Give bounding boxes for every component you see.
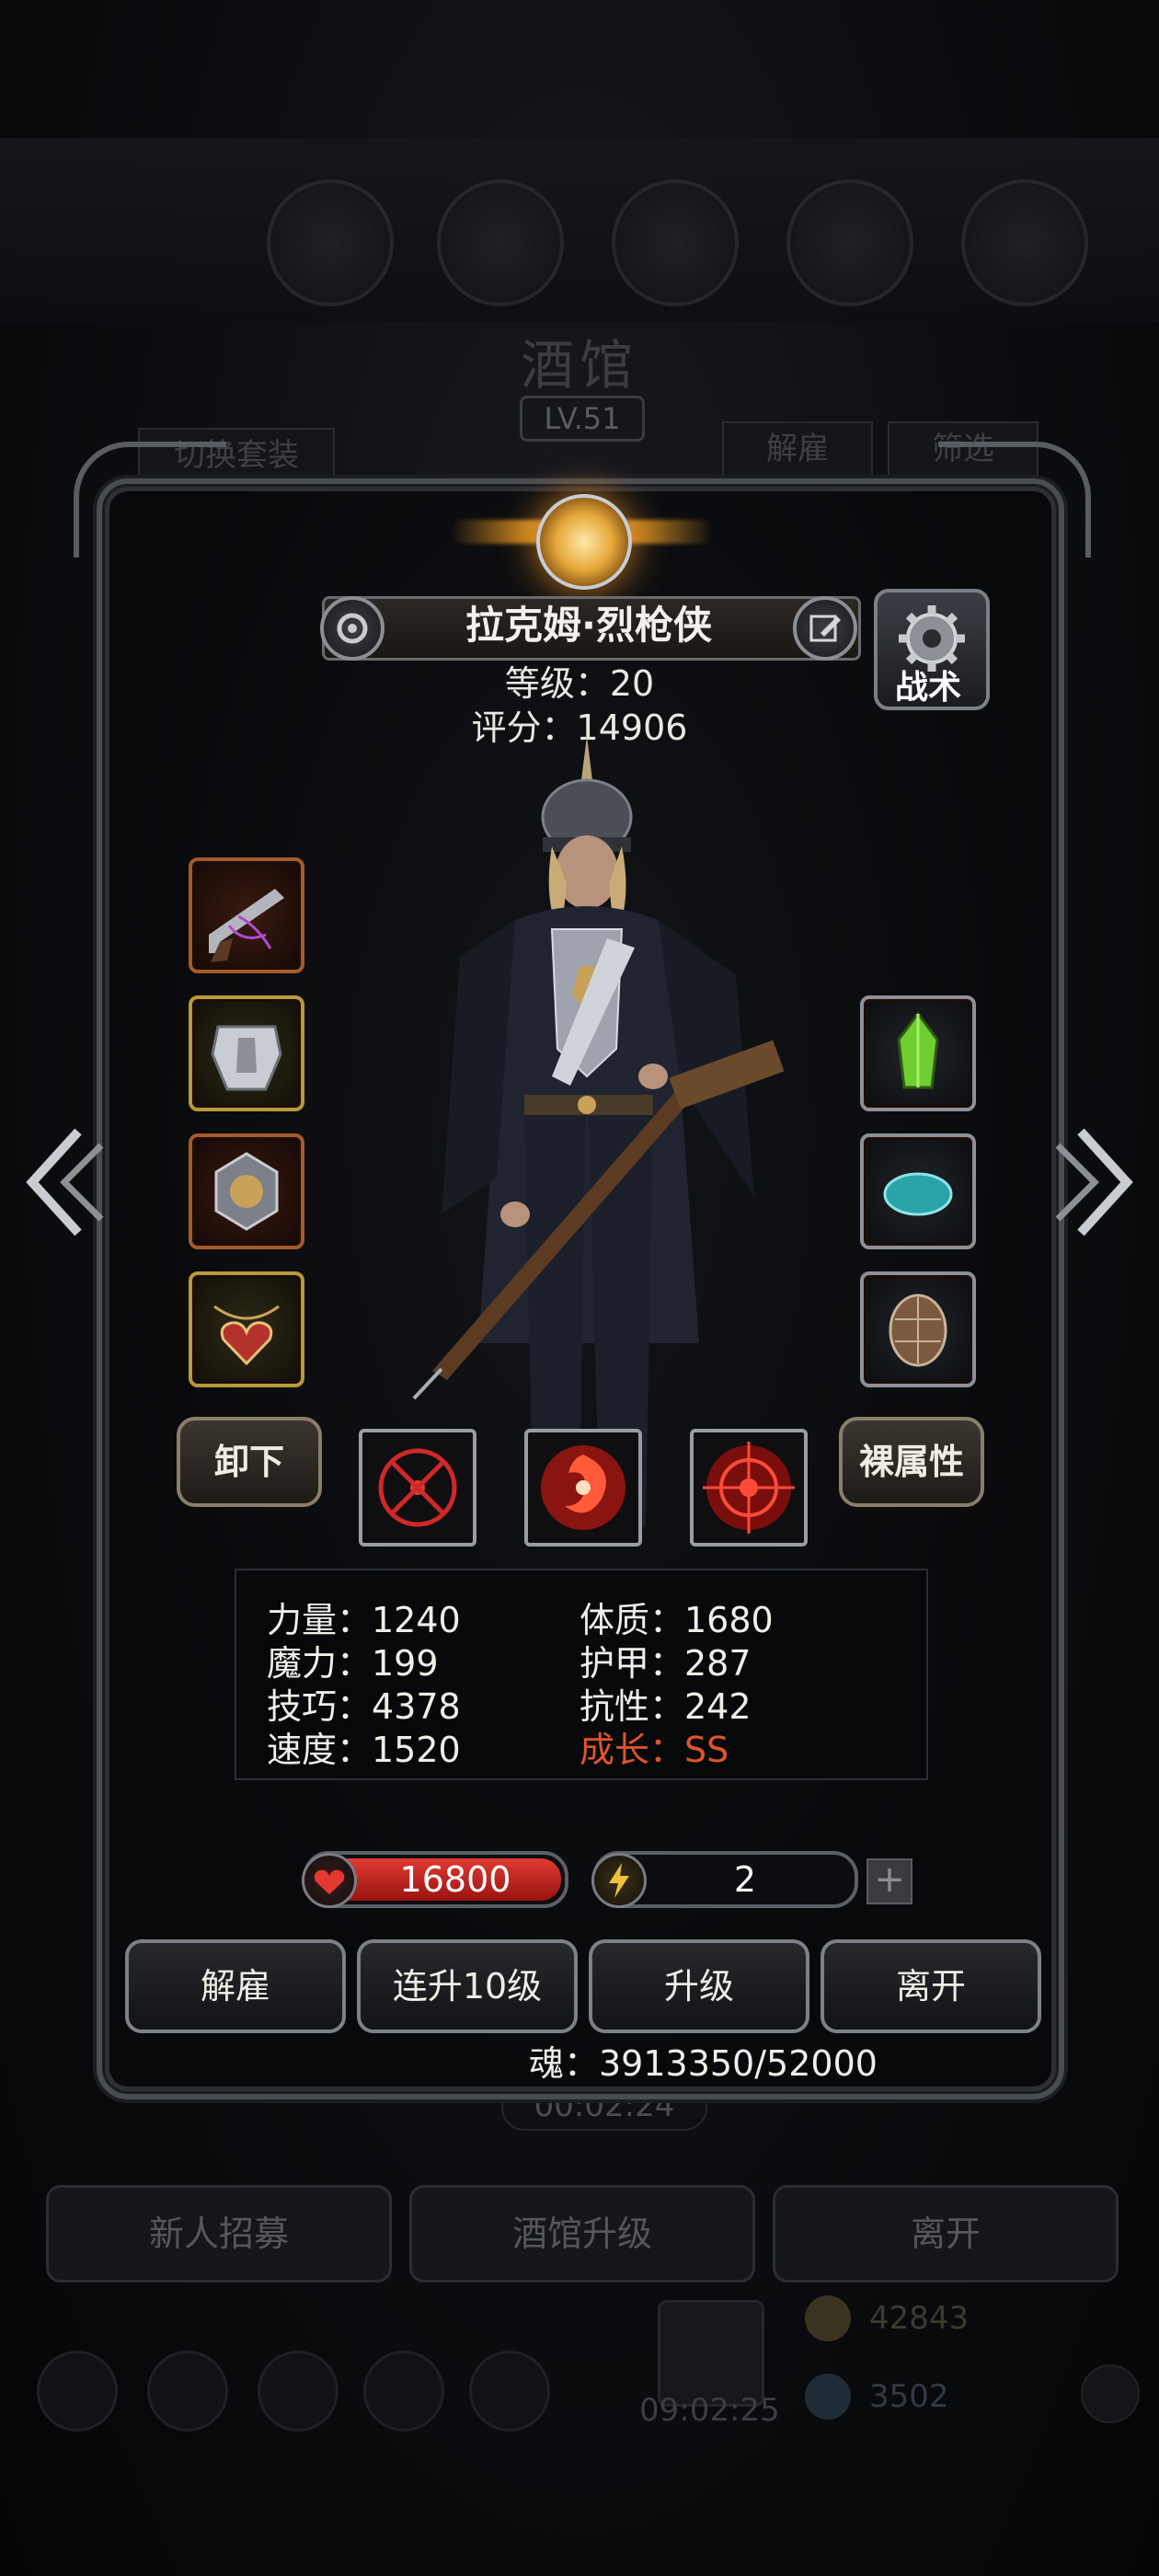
gold-emblem-icon — [536, 494, 632, 590]
fire-swirl-icon — [541, 1445, 625, 1530]
previous-hero-arrow-icon[interactable] — [14, 1122, 106, 1242]
bg-leave-button: 离开 — [773, 2185, 1119, 2283]
level-up-button[interactable]: 升级 — [589, 1939, 809, 2033]
hero-name: 拉克姆·烈枪侠 — [465, 603, 712, 648]
base-attributes-button[interactable]: 裸属性 — [839, 1417, 984, 1507]
bg-recruit-button: 新人招募 — [46, 2185, 392, 2283]
bg-gold-coin-icon — [805, 2295, 851, 2341]
equip-slot-armor[interactable] — [189, 995, 304, 1111]
bg-gift-timer: 09:02:25 — [639, 2392, 780, 2429]
bg-tavern-upgrade-button: 酒馆升级 — [409, 2185, 755, 2283]
bg-menu-icon-2 — [437, 179, 564, 306]
skill-slot-1[interactable] — [359, 1429, 476, 1547]
heart-necklace-icon — [213, 1305, 280, 1366]
hero-info-button[interactable] — [320, 596, 384, 661]
hero-level: 等级：20 — [504, 663, 655, 704]
hp-value: 16800 — [399, 1859, 511, 1900]
next-hero-arrow-icon[interactable] — [1053, 1122, 1145, 1242]
armor-icon — [211, 1025, 282, 1091]
equip-slot-accessory-1[interactable] — [860, 995, 976, 1111]
flintlock-pistol-icon — [209, 889, 284, 962]
equip-slot-accessory-3[interactable] — [860, 1271, 976, 1387]
green-crystal-icon — [897, 1011, 939, 1089]
emblem-amulet-icon — [214, 1152, 279, 1231]
leave-button[interactable]: 离开 — [820, 1939, 1041, 2033]
equip-slot-accessory-2[interactable] — [860, 1133, 976, 1249]
equip-slot-weapon[interactable] — [189, 857, 304, 973]
tactic-label: 战术 — [894, 669, 961, 707]
bg-menu-icon-3 — [612, 179, 739, 306]
bg-side-icon — [1081, 2364, 1140, 2423]
gear-badge-icon — [337, 613, 368, 644]
rename-button[interactable] — [793, 596, 857, 661]
level-up-10-button[interactable]: 连升10级 — [357, 1939, 578, 2033]
bg-tavern-level: LV.51 — [520, 396, 645, 442]
bg-dismiss-tab: 解雇 — [722, 421, 873, 477]
energy-value: 2 — [733, 1859, 757, 1900]
bg-menu-icon-4 — [786, 179, 913, 306]
bg-bottom-icon-5 — [469, 2351, 550, 2432]
stat-speed: 速度：1520 — [267, 1730, 461, 1770]
skill-slot-2[interactable] — [524, 1429, 642, 1547]
dismiss-button[interactable]: 解雇 — [125, 1939, 346, 2033]
skill-slot-3[interactable] — [690, 1429, 808, 1547]
teal-gem-icon — [883, 1172, 953, 1216]
bg-bottom-icon-1 — [37, 2351, 118, 2432]
unequip-button[interactable]: 卸下 — [177, 1417, 322, 1507]
bg-bottom-icon-3 — [258, 2351, 339, 2432]
bg-stone-amount: 3502 — [869, 2378, 949, 2415]
bg-bottom-icon-2 — [147, 2351, 228, 2432]
add-energy-button[interactable]: + — [866, 1858, 912, 1904]
equip-slot-amulet[interactable] — [189, 1133, 304, 1249]
bg-bottom-icon-4 — [363, 2351, 444, 2432]
edit-icon — [809, 615, 841, 642]
soul-counter: 魂：3913350/52000 — [529, 2043, 878, 2084]
bg-stone-icon — [805, 2374, 851, 2420]
bg-tavern-title: 酒馆 — [520, 334, 638, 397]
turtle-shell-icon — [889, 1294, 947, 1367]
target-icon — [703, 1442, 795, 1534]
bg-gold-amount: 42843 — [869, 2300, 970, 2337]
equip-slot-necklace[interactable] — [189, 1271, 304, 1387]
bg-menu-icon-1 — [267, 179, 394, 306]
crosshair-rune-icon — [378, 1448, 457, 1527]
bg-gift-icon — [658, 2300, 764, 2407]
stat-growth: 成长：SS — [580, 1730, 729, 1770]
bg-menu-icon-5 — [961, 179, 1088, 306]
